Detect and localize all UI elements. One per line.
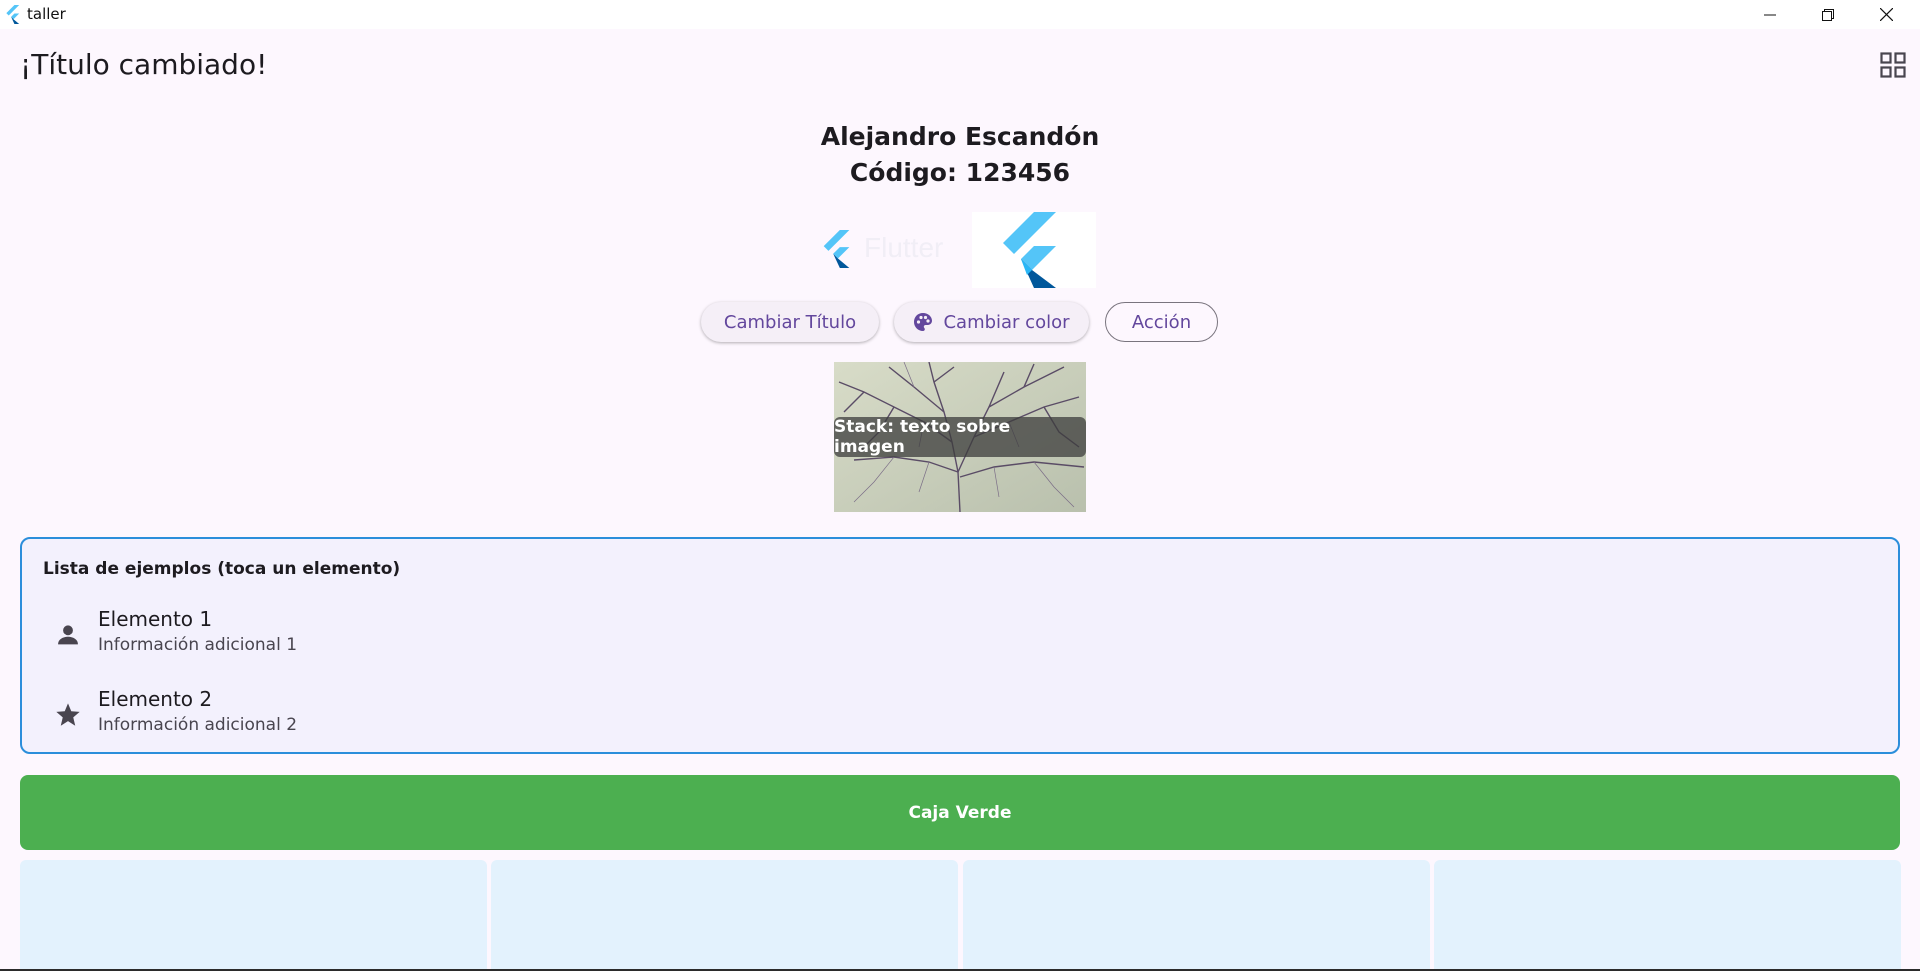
flutter-logo-text: Flutter: [864, 232, 944, 263]
stack-overlay-text: Stack: texto sobre imagen: [834, 417, 1086, 457]
list-item-subtitle: Información adicional 2: [98, 715, 298, 735]
green-box: Caja Verde: [20, 775, 1900, 850]
student-code: Código: 123456: [849, 158, 1071, 187]
flutter-logo-icon: [1003, 212, 1056, 288]
palette-icon: [914, 313, 933, 331]
grid-tile: [1434, 860, 1901, 971]
close-icon: [1879, 8, 1893, 21]
examples-list-card: Lista de ejemplos (toca un elemento) Ele…: [20, 537, 1900, 754]
close-button[interactable]: [1857, 0, 1915, 29]
grid-tile: [963, 860, 1430, 971]
stack-image: Stack: texto sobre imagen: [834, 362, 1086, 512]
window-titlebar: taller: [0, 0, 1920, 29]
student-name: Alejandro Escandón: [820, 122, 1100, 151]
minimize-icon: [1764, 14, 1776, 15]
change-color-label: Cambiar color: [943, 311, 1070, 333]
restore-button[interactable]: [1799, 0, 1857, 29]
list-item-subtitle: Información adicional 1: [98, 635, 298, 655]
restore-icon: [1822, 8, 1834, 21]
list-item-title: Elemento 1: [98, 607, 213, 631]
grid-view-icon[interactable]: [1880, 52, 1906, 78]
list-title: Lista de ejemplos (toca un elemento): [43, 559, 401, 579]
change-color-button[interactable]: Cambiar color: [894, 302, 1089, 342]
flutter-logo-with-text: Flutter: [820, 228, 950, 270]
person-icon: [58, 625, 78, 645]
page-title: ¡Título cambiado!: [20, 48, 268, 81]
star-icon: [56, 703, 80, 726]
flutter-logo-image: [972, 212, 1096, 288]
grid-tile: [20, 860, 487, 971]
window-title: taller: [27, 5, 66, 23]
minimize-button[interactable]: [1741, 0, 1799, 29]
list-item-title: Elemento 2: [98, 687, 213, 711]
grid-tile: [491, 860, 958, 971]
flutter-app-icon: [6, 5, 20, 24]
change-title-button[interactable]: Cambiar Título: [701, 302, 879, 342]
action-button[interactable]: Acción: [1105, 302, 1218, 342]
flutter-logo-icon: [823, 230, 850, 268]
list-item[interactable]: Elemento 2 Información adicional 2: [22, 685, 1898, 759]
list-item[interactable]: Elemento 1 Información adicional 1: [22, 605, 1898, 679]
